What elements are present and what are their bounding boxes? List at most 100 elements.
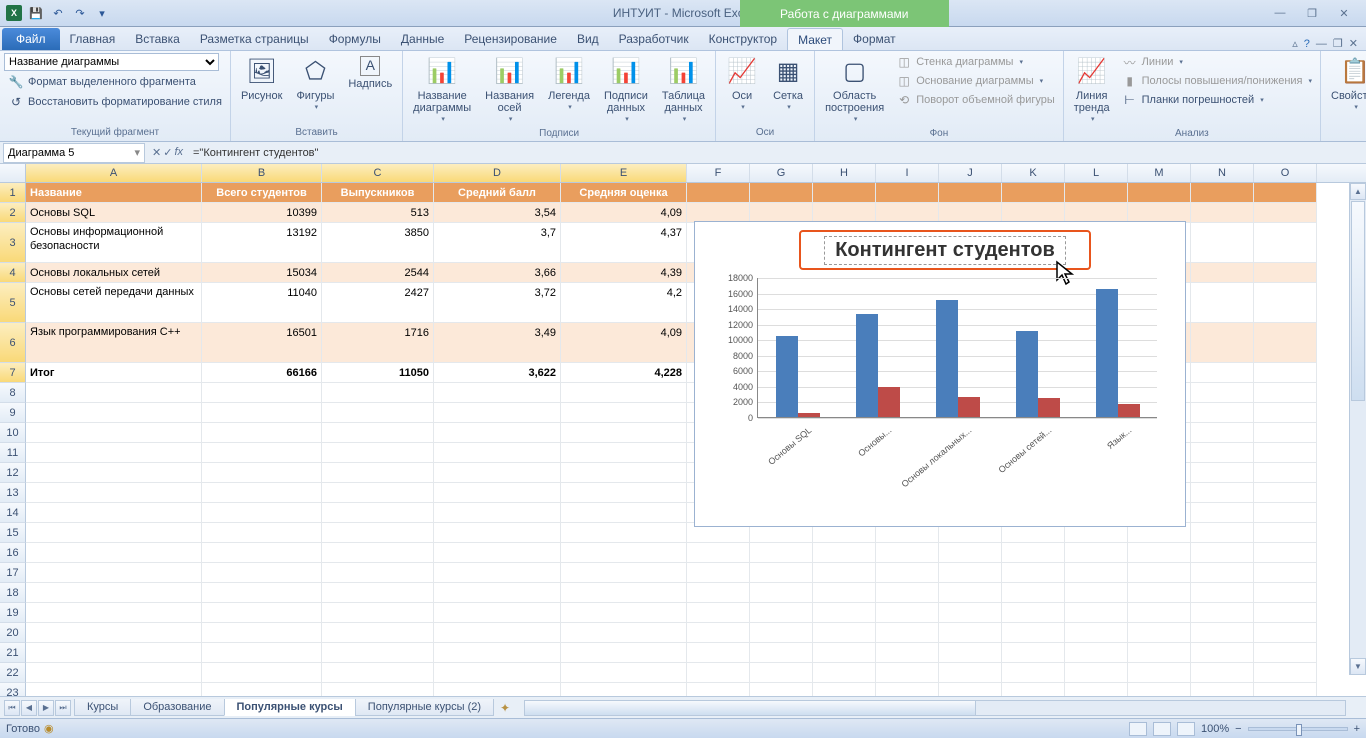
qat-more-icon[interactable]: ▾ — [92, 3, 112, 23]
save-icon[interactable]: 💾 — [26, 3, 46, 23]
cell[interactable] — [939, 543, 1002, 563]
cell[interactable] — [750, 203, 813, 223]
cell[interactable] — [1254, 223, 1317, 263]
next-sheet-button[interactable]: ▶ — [38, 700, 54, 716]
lines-button[interactable]: 〰Линии — [1118, 53, 1316, 71]
row-header-7[interactable]: 7 — [0, 363, 26, 383]
cell[interactable] — [939, 583, 1002, 603]
cell[interactable]: 15034 — [202, 263, 322, 283]
cell[interactable] — [1065, 183, 1128, 203]
cell[interactable]: Всего студентов — [202, 183, 322, 203]
column-header-H[interactable]: H — [813, 164, 876, 182]
cell[interactable] — [813, 203, 876, 223]
cell[interactable] — [561, 643, 687, 663]
cell[interactable] — [434, 583, 561, 603]
row-header-11[interactable]: 11 — [0, 443, 26, 463]
cell[interactable]: Основы локальных сетей — [26, 263, 202, 283]
cell[interactable] — [1065, 663, 1128, 683]
cell[interactable] — [26, 503, 202, 523]
trendline-button[interactable]: 📈Линия тренда — [1068, 53, 1116, 127]
column-header-J[interactable]: J — [939, 164, 1002, 182]
row-header-8[interactable]: 8 — [0, 383, 26, 403]
zoom-out-button[interactable]: − — [1235, 723, 1241, 735]
cell[interactable]: 4,228 — [561, 363, 687, 383]
cell[interactable] — [202, 403, 322, 423]
prev-sheet-button[interactable]: ◀ — [21, 700, 37, 716]
cell[interactable]: 1716 — [322, 323, 434, 363]
restore-button[interactable]: ❐ — [1300, 5, 1324, 21]
cell[interactable] — [813, 563, 876, 583]
doc-minimize-icon[interactable]: — — [1316, 38, 1327, 50]
column-header-K[interactable]: K — [1002, 164, 1065, 182]
tab-formulas[interactable]: Формулы — [319, 28, 391, 50]
cell[interactable] — [561, 623, 687, 643]
column-header-A[interactable]: A — [26, 164, 202, 182]
cell[interactable]: Название — [26, 183, 202, 203]
cell[interactable] — [26, 403, 202, 423]
cell[interactable]: 2427 — [322, 283, 434, 323]
data-labels-button[interactable]: 📊Подписи данных — [598, 53, 654, 127]
column-header-O[interactable]: O — [1254, 164, 1317, 182]
cell[interactable] — [1254, 423, 1317, 443]
cell[interactable] — [1065, 543, 1128, 563]
help-icon[interactable]: ? — [1304, 38, 1310, 50]
cell[interactable] — [1191, 663, 1254, 683]
cell[interactable] — [876, 543, 939, 563]
chart-title-selected[interactable]: Контингент студентов — [799, 230, 1091, 270]
cell[interactable]: 66166 — [202, 363, 322, 383]
cell[interactable] — [561, 423, 687, 443]
gridlines-button[interactable]: ▦Сетка — [766, 53, 810, 115]
shapes-button[interactable]: ⬠Фигуры — [290, 53, 340, 115]
cell[interactable] — [1002, 183, 1065, 203]
hscroll-thumb[interactable] — [525, 701, 976, 715]
cell[interactable] — [1254, 523, 1317, 543]
cell[interactable] — [1254, 403, 1317, 423]
cell[interactable]: Итог — [26, 363, 202, 383]
cell[interactable] — [1191, 643, 1254, 663]
cell[interactable] — [1191, 203, 1254, 223]
cell[interactable] — [813, 643, 876, 663]
page-break-view-button[interactable] — [1177, 722, 1195, 736]
cell[interactable] — [1254, 323, 1317, 363]
cell[interactable] — [26, 463, 202, 483]
cell[interactable] — [1065, 643, 1128, 663]
cell[interactable] — [813, 663, 876, 683]
cell[interactable] — [202, 383, 322, 403]
cell[interactable] — [1191, 543, 1254, 563]
row-header-3[interactable]: 3 — [0, 223, 26, 263]
cell[interactable] — [322, 563, 434, 583]
cell[interactable]: 513 — [322, 203, 434, 223]
cell[interactable] — [322, 503, 434, 523]
cell[interactable] — [687, 663, 750, 683]
row-header-15[interactable]: 15 — [0, 523, 26, 543]
cell[interactable]: 3,72 — [434, 283, 561, 323]
cell[interactable] — [1254, 443, 1317, 463]
cell[interactable] — [1254, 583, 1317, 603]
vertical-scrollbar[interactable]: ▲ ▼ — [1349, 183, 1366, 675]
plot-area-button[interactable]: ▢Область построения — [819, 53, 890, 127]
cell[interactable]: 3,622 — [434, 363, 561, 383]
cell[interactable] — [1002, 643, 1065, 663]
axes-button[interactable]: 📈Оси — [720, 53, 764, 115]
cell[interactable] — [1254, 483, 1317, 503]
cell[interactable] — [1191, 463, 1254, 483]
cell[interactable] — [813, 183, 876, 203]
column-header-D[interactable]: D — [434, 164, 561, 182]
cell[interactable] — [561, 523, 687, 543]
cell[interactable] — [687, 583, 750, 603]
reset-style-button[interactable]: ↺Восстановить форматирование стиля — [4, 93, 226, 111]
cell[interactable] — [1191, 383, 1254, 403]
legend-button[interactable]: 📊Легенда — [542, 53, 596, 115]
cell[interactable]: 3,7 — [434, 223, 561, 263]
sheet-tab[interactable]: Популярные курсы (2) — [355, 699, 494, 716]
fx-icon[interactable]: fx — [174, 146, 183, 159]
cell[interactable] — [202, 423, 322, 443]
cell[interactable] — [1002, 603, 1065, 623]
cell[interactable]: 3,49 — [434, 323, 561, 363]
cell[interactable] — [26, 483, 202, 503]
minimize-button[interactable]: — — [1268, 5, 1292, 21]
enter-formula-icon[interactable]: ✓ — [163, 146, 172, 159]
cell[interactable]: Средний балл — [434, 183, 561, 203]
tab-developer[interactable]: Разработчик — [609, 28, 699, 50]
sheet-tab[interactable]: Образование — [130, 699, 224, 716]
